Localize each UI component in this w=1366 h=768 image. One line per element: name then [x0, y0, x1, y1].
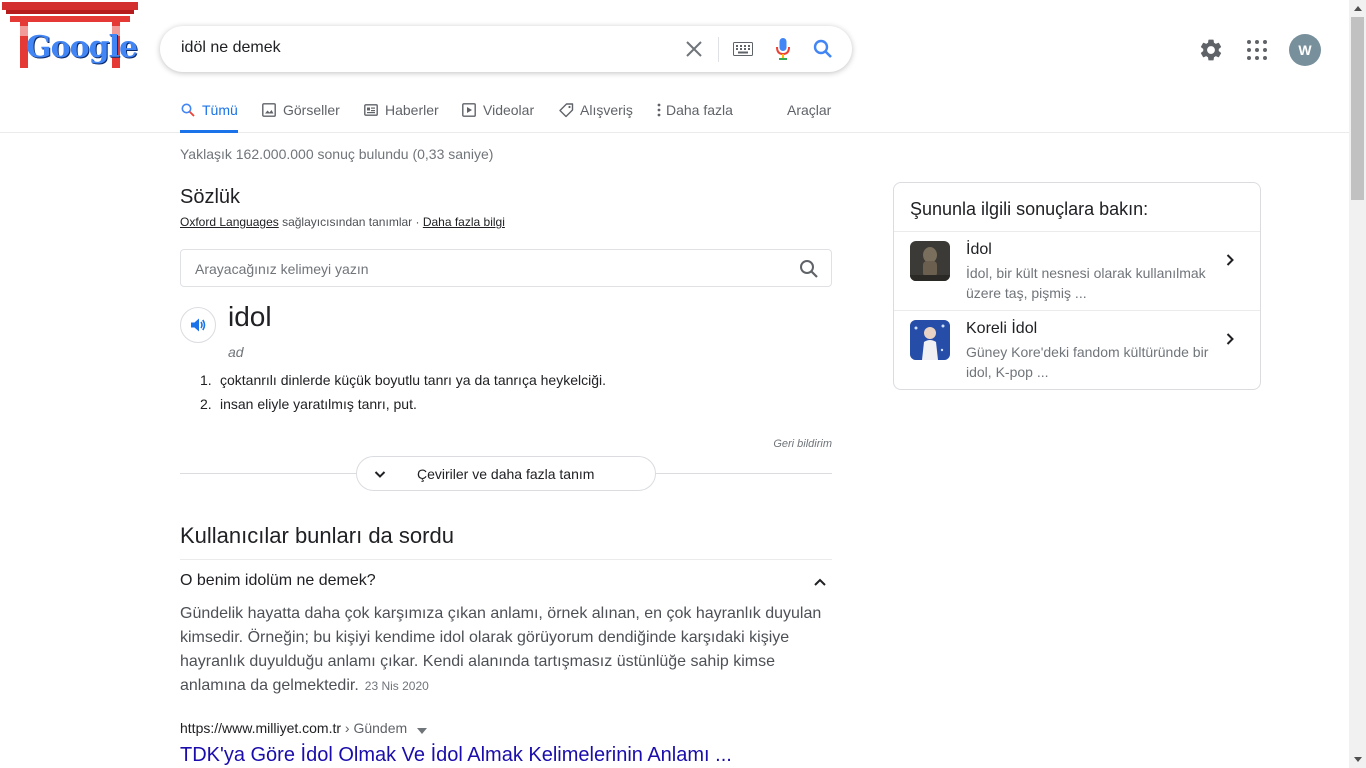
definition-number: 2.: [200, 396, 212, 412]
image-icon: [261, 102, 277, 118]
dictionary-word: idol: [228, 301, 272, 332]
related-item-name: İdol: [966, 241, 992, 258]
dictionary-source: Oxford Languages sağlayıcısından tanımla…: [180, 215, 832, 229]
definition-item: 2. insan eliyle yaratılmış tanrı, put.: [200, 396, 417, 412]
tab-label: Tümü: [202, 102, 238, 118]
search-divider: [718, 37, 719, 62]
part-of-speech: ad: [228, 344, 244, 360]
related-results-title: Şununla ilgili sonuçlara bakın:: [910, 199, 1149, 219]
definition-text: çoktanrılı dinlerde küçük boyutlu tanrı …: [220, 372, 606, 388]
related-item-idol[interactable]: İdol İdol, bir kült nesnesi olarak kulla…: [894, 231, 1260, 310]
microphone-icon[interactable]: [771, 37, 795, 61]
settings-gear-icon[interactable]: [1198, 37, 1224, 63]
page-scrollbar[interactable]: [1349, 0, 1366, 768]
more-definitions-label: Çeviriler ve daha fazla tanım: [417, 466, 595, 482]
tab-label: Görseller: [283, 102, 340, 118]
header: Google idöl ne demek W Tümü Görseller Ha…: [0, 0, 1349, 133]
tab-more[interactable]: Daha fazla: [656, 96, 733, 133]
source-text: sağlayıcısından tanımlar ·: [278, 215, 423, 229]
search-icon[interactable]: [799, 259, 819, 279]
paa-date: 23 Nis 2020: [364, 679, 429, 693]
definition-text: insan eliyle yaratılmış tanrı, put.: [220, 396, 417, 412]
tab-label: Videolar: [483, 102, 535, 118]
tab-label: Alışveriş: [580, 102, 633, 118]
tab-shopping[interactable]: Alışveriş: [558, 96, 633, 133]
search-icon: [180, 102, 196, 118]
logo-text: Google: [26, 30, 138, 65]
scroll-up-arrow-icon[interactable]: [1349, 0, 1366, 17]
play-icon: [461, 102, 477, 118]
oxford-languages-link[interactable]: Oxford Languages: [180, 215, 279, 229]
scroll-down-arrow-icon[interactable]: [1349, 751, 1366, 768]
paa-question[interactable]: O benim idolüm ne demek?: [180, 572, 376, 590]
chevron-up-icon[interactable]: [810, 572, 830, 592]
tab-tools[interactable]: Araçlar: [787, 96, 831, 133]
search-icon[interactable]: [811, 37, 835, 61]
news-icon: [363, 102, 379, 118]
google-doodle-logo[interactable]: Google: [2, 2, 138, 68]
more-vert-icon: [656, 102, 662, 118]
search-box[interactable]: idöl ne demek: [160, 26, 852, 72]
tab-videos[interactable]: Videolar: [461, 96, 534, 133]
chevron-right-icon: [1220, 329, 1240, 349]
search-input[interactable]: idöl ne demek: [181, 39, 281, 57]
related-item-desc: İdol, bir kült nesnesi olarak kullanılma…: [966, 265, 1206, 301]
dictionary-search-input[interactable]: Arayacağınız kelimeyi yazın: [180, 249, 832, 287]
dictionary-card: Sözlük Oxford Languages sağlayıcısından …: [180, 186, 832, 450]
more-info-link[interactable]: Daha fazla bilgi: [423, 215, 505, 229]
paa-answer: Gündelik hayatta daha çok karşımıza çıka…: [180, 602, 832, 698]
related-results-panel: Şununla ilgili sonuçlara bakın: İdol İdo…: [893, 182, 1261, 390]
keyboard-icon[interactable]: [731, 37, 755, 61]
result-title-link[interactable]: TDK'ya Göre İdol Olmak Ve İdol Almak Kel…: [180, 744, 732, 767]
related-item-name: Koreli İdol: [966, 320, 1038, 337]
tab-all[interactable]: Tümü: [180, 96, 238, 133]
tab-label: Haberler: [385, 102, 439, 118]
tab-label: Araçlar: [787, 102, 832, 118]
chevron-down-icon: [371, 465, 389, 483]
more-definitions-button[interactable]: Çeviriler ve daha fazla tanım: [356, 456, 656, 491]
tab-news[interactable]: Haberler: [363, 96, 439, 133]
dictionary-title: Sözlük: [180, 186, 241, 208]
related-item-desc: Güney Kore'deki fandom kültüründe bir id…: [966, 344, 1209, 380]
dictionary-input-placeholder: Arayacağınız kelimeyi yazın: [195, 261, 369, 277]
tab-images[interactable]: Görseller: [261, 96, 340, 133]
apps-grid-icon[interactable]: [1245, 38, 1269, 62]
definition-item: 1. çoktanrılı dinlerde küçük boyutlu tanr…: [200, 372, 606, 388]
result-breadcrumb: › Gündem: [341, 720, 408, 736]
pronunciation-speaker-icon[interactable]: [180, 307, 216, 343]
result-stats: Yaklaşık 162.000.000 sonuç bulundu (0,33…: [180, 146, 494, 162]
caret-down-icon[interactable]: [417, 721, 428, 737]
related-item-korean-idol[interactable]: Koreli İdol Güney Kore'deki fandom kültü…: [894, 310, 1260, 389]
divider: [180, 559, 832, 560]
clear-icon[interactable]: [682, 37, 706, 61]
korean-idol-thumbnail: [910, 320, 950, 360]
people-also-ask-title: Kullanıcılar bunları da sordu: [180, 523, 454, 548]
chevron-right-icon: [1220, 250, 1240, 270]
feedback-link[interactable]: Geri bildirim: [773, 438, 832, 450]
account-avatar[interactable]: W: [1289, 34, 1321, 66]
result-domain: https://www.milliyet.com.tr: [180, 720, 342, 736]
result-url[interactable]: https://www.milliyet.com.tr › Gündem: [180, 720, 428, 737]
tag-icon: [558, 102, 574, 118]
definition-number: 1.: [200, 372, 212, 388]
paa-answer-text: Gündelik hayatta daha çok karşımıza çıka…: [180, 605, 822, 694]
tab-label: Daha fazla: [666, 102, 733, 118]
idol-statue-thumbnail: [910, 241, 950, 281]
scrollbar-thumb[interactable]: [1351, 17, 1364, 200]
